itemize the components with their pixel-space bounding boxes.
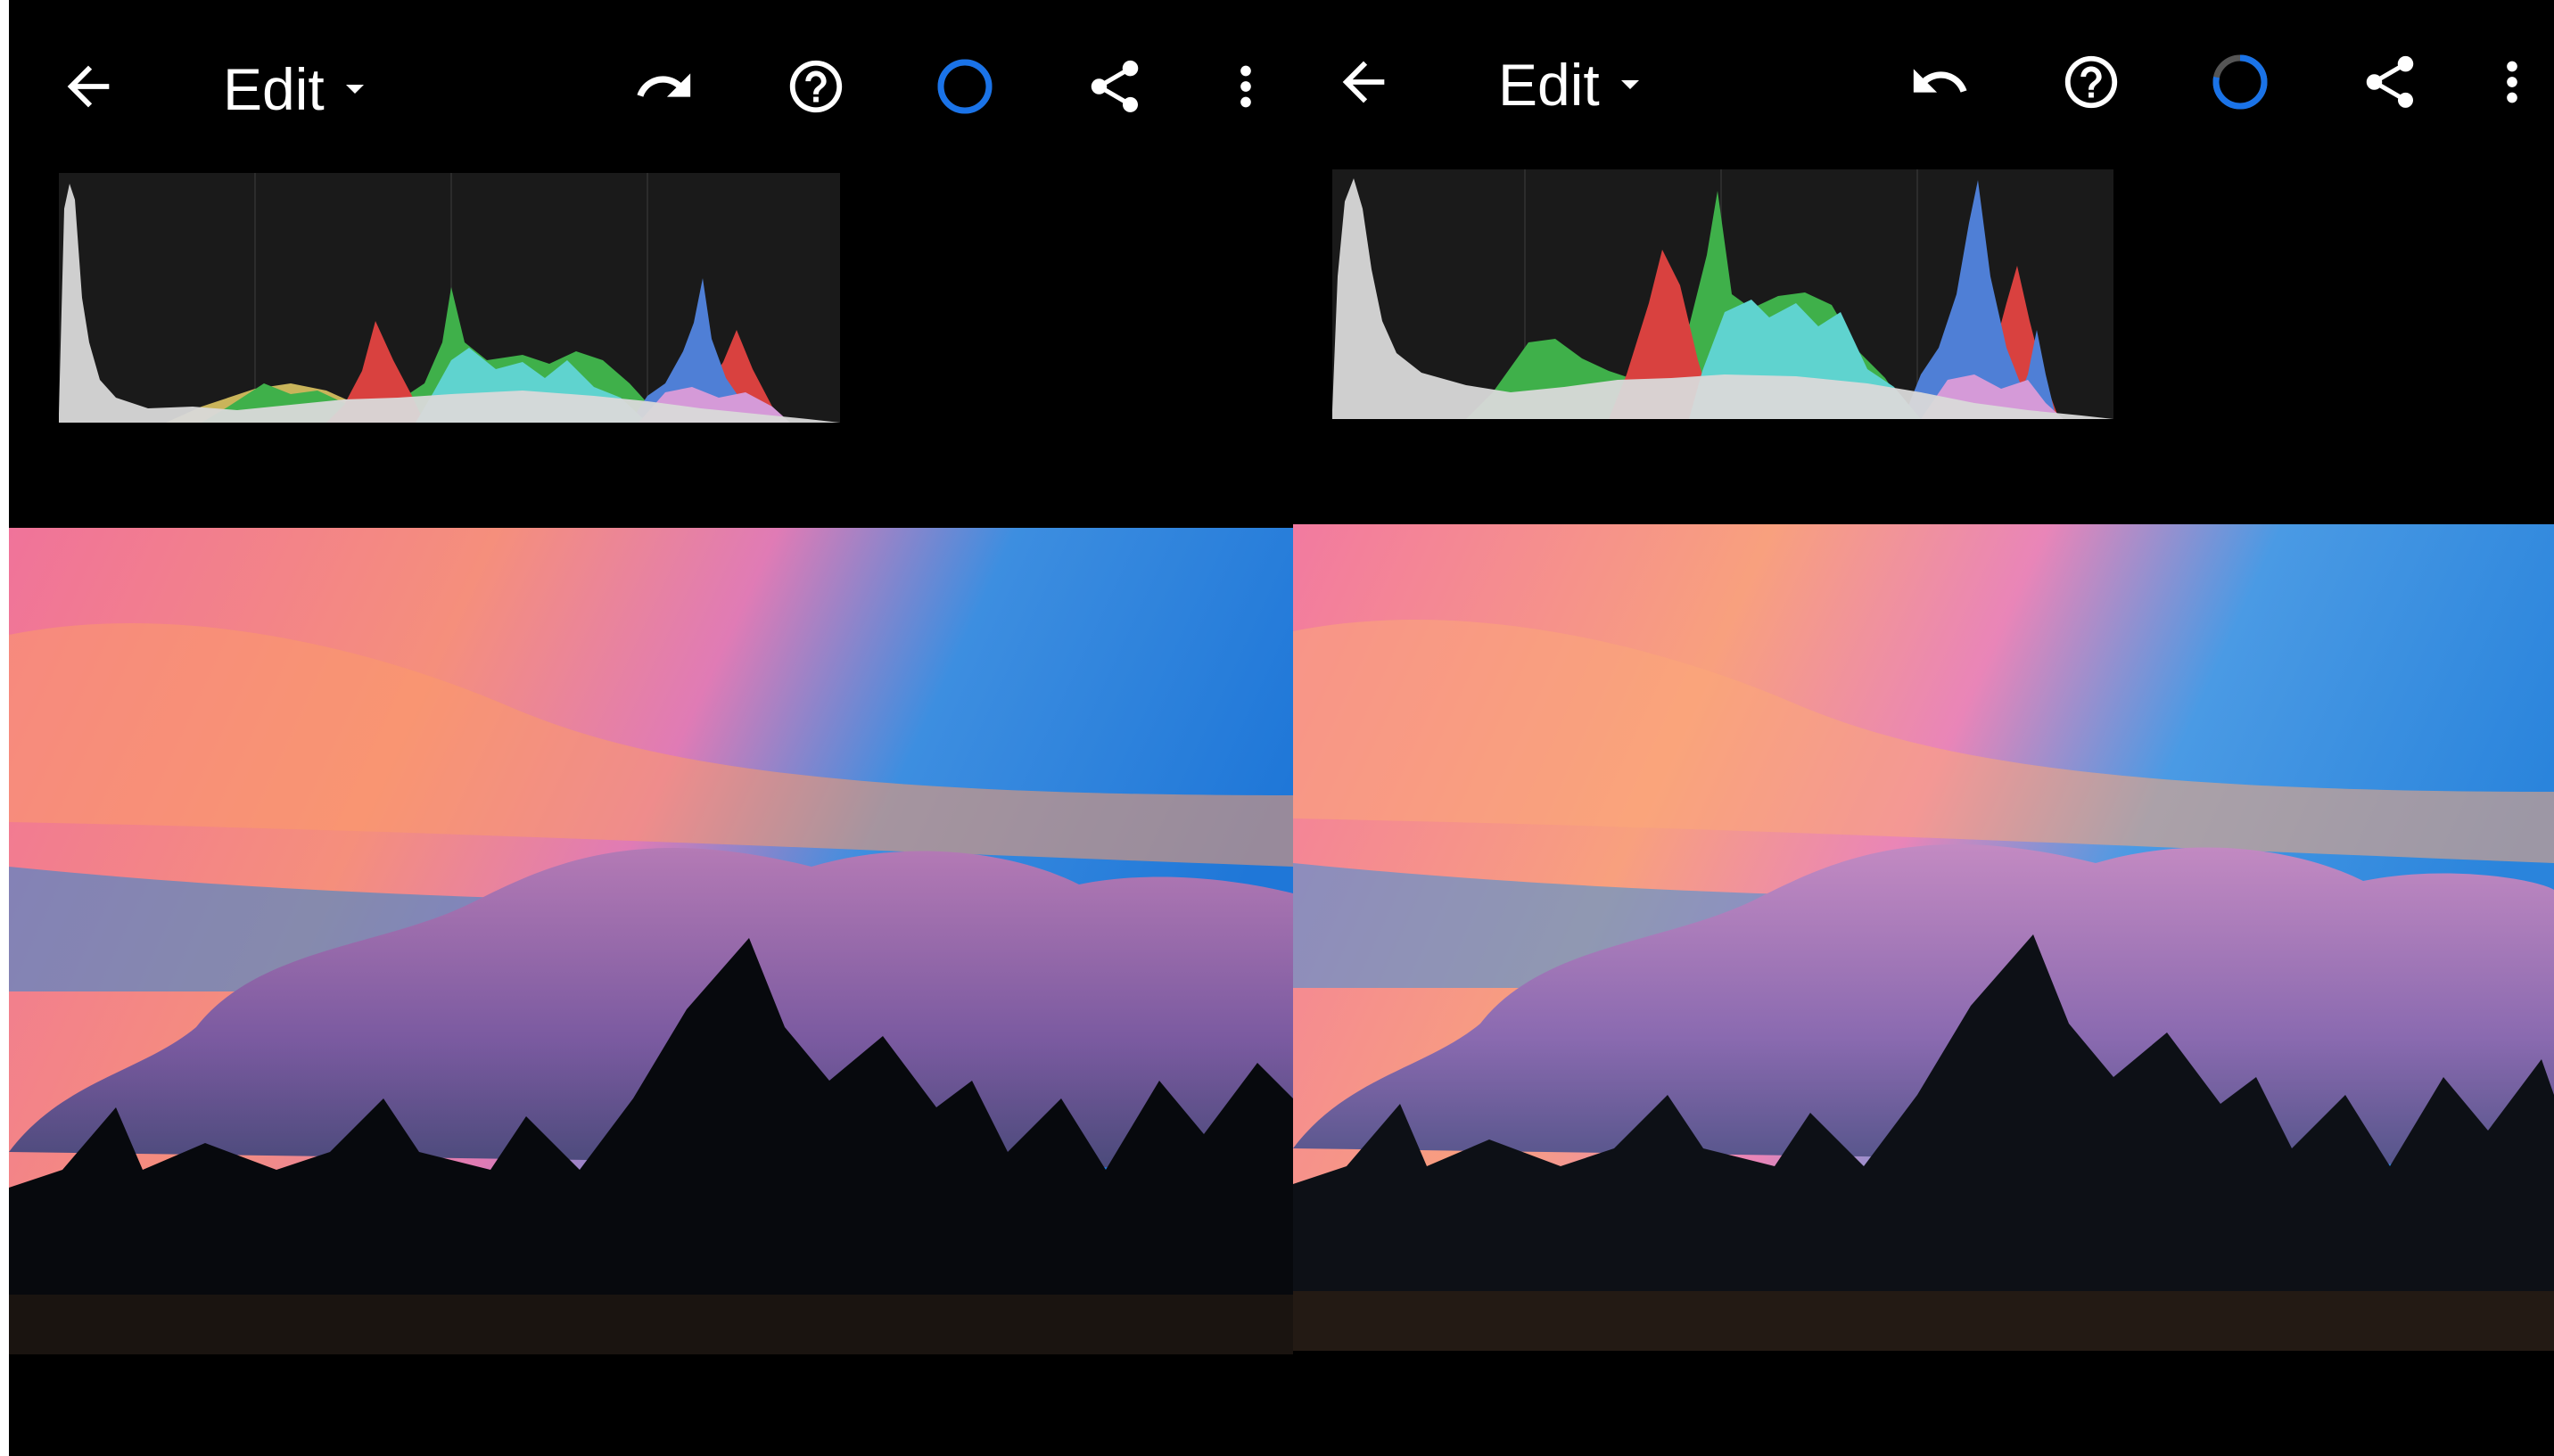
arrow-left-icon: [67, 65, 110, 108]
histogram: [59, 173, 840, 423]
redo-button[interactable]: [624, 46, 704, 127]
edit-menu-dropdown[interactable]: Edit: [1498, 45, 1648, 125]
share-button[interactable]: [1075, 46, 1155, 127]
more-options-button[interactable]: [2472, 42, 2552, 122]
processing-indicator: [2200, 42, 2280, 122]
share-icon: [2366, 55, 2414, 108]
processing-indicator: [925, 46, 1005, 127]
toolbar: Edit: [9, 0, 1293, 169]
comparison-stage: Edit Edit: [9, 0, 2554, 1456]
progress-ring-fill: [937, 59, 993, 114]
help-icon: [789, 60, 843, 113]
undo-button[interactable]: [1899, 42, 1980, 122]
progress-ring-icon: [937, 59, 993, 114]
help-button[interactable]: [2051, 42, 2131, 122]
help-icon: [2064, 55, 2118, 109]
left-pane-edited: Edit: [9, 0, 1293, 1456]
more-vertical-icon: [2507, 61, 2517, 103]
help-button[interactable]: [776, 46, 856, 127]
share-button[interactable]: [2350, 42, 2430, 122]
edit-menu-label: Edit: [223, 56, 325, 122]
caret-down-icon: [345, 85, 364, 94]
photo-preview: [1293, 524, 2554, 1351]
right-pane-original: Edit: [1293, 0, 2554, 1456]
photo-preview: [9, 528, 1293, 1354]
edit-menu-label: Edit: [1498, 52, 1600, 118]
back-button[interactable]: [1323, 42, 1404, 122]
more-options-button[interactable]: [1206, 46, 1286, 127]
share-icon: [1091, 60, 1139, 112]
progress-ring-icon: [2212, 54, 2268, 110]
back-button[interactable]: [48, 46, 128, 127]
caret-down-icon: [1620, 80, 1639, 89]
undo-icon: [1913, 69, 1967, 93]
redo-icon: [637, 73, 691, 97]
toolbar: Edit: [1293, 0, 2554, 169]
histogram: [1332, 169, 2113, 419]
edit-menu-dropdown[interactable]: Edit: [223, 49, 373, 129]
more-vertical-icon: [1240, 65, 1251, 108]
arrow-left-icon: [1342, 61, 1385, 103]
